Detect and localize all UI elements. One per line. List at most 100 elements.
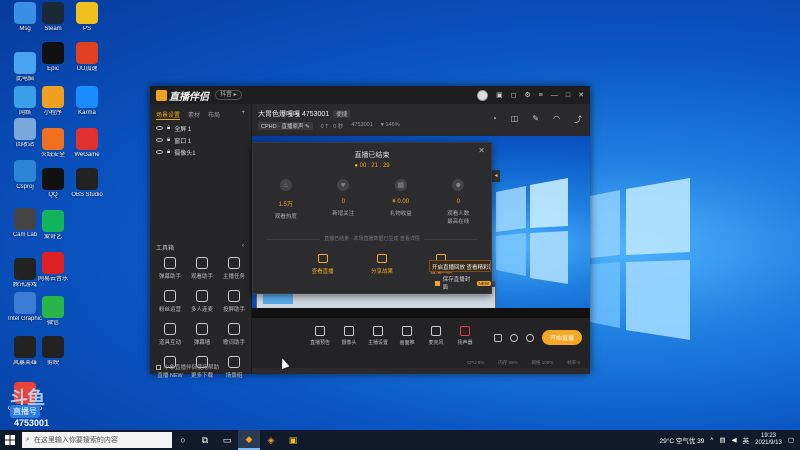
edit-icon[interactable]: ✎ bbox=[532, 114, 539, 125]
app-icon bbox=[14, 86, 36, 108]
view-live-button[interactable]: 查看直播 bbox=[312, 254, 334, 275]
tool-item[interactable]: 主播任务 bbox=[218, 257, 250, 280]
lock-icon[interactable]: 🔒︎ bbox=[167, 149, 170, 156]
app-taskbar-icon[interactable]: ◈ bbox=[260, 430, 282, 450]
gear-icon[interactable] bbox=[525, 333, 534, 342]
desktop-icon-label: 爱奇艺 bbox=[43, 234, 62, 240]
bottom-button[interactable]: 麦克风 bbox=[424, 326, 448, 346]
tool-item[interactable]: 观看助手 bbox=[186, 257, 218, 280]
bottom-button[interactable]: 直播预告 bbox=[308, 326, 332, 346]
platform-selector[interactable]: 抖音 ▸ bbox=[215, 90, 242, 100]
start-button[interactable] bbox=[0, 430, 20, 450]
minimize-icon[interactable]: — bbox=[551, 92, 558, 99]
search-placeholder: 在这里输入你要搜索的内容 bbox=[33, 437, 118, 444]
summary-text[interactable]: 直播已结束 · 本场直播数据已生成 查看详情 bbox=[320, 235, 424, 242]
lock-icon[interactable]: 🔒︎ bbox=[167, 137, 170, 144]
desktop-icon[interactable]: 火绒安全 bbox=[36, 128, 70, 159]
tool-item[interactable]: 粉丝运营 bbox=[154, 290, 186, 313]
share-results-button[interactable]: 分享战果 bbox=[371, 254, 393, 275]
desktop-icon[interactable]: 网易云音乐 bbox=[36, 252, 70, 283]
tool-item[interactable]: 多人连麦 bbox=[186, 290, 218, 313]
tool-item[interactable]: 弹幕墙 bbox=[186, 323, 218, 346]
stream-tag[interactable]: 便捷 bbox=[333, 110, 351, 118]
record-toggle-icon[interactable] bbox=[509, 333, 518, 342]
status-bar: CPU 8% 内存 36% 网络 100% 帧率 0 bbox=[252, 360, 590, 366]
desktop-icon[interactable]: 小程序 bbox=[36, 86, 70, 117]
source-row[interactable]: 🔒︎ 窗口 1 bbox=[150, 134, 251, 146]
weather-widget[interactable]: 29°C 空气优 39 bbox=[660, 435, 705, 445]
add-icon[interactable]: + bbox=[241, 110, 245, 120]
save-cover-option[interactable]: 保存直播封面 NEW bbox=[435, 275, 491, 291]
desktop-icon[interactable]: 爱奇艺 bbox=[36, 210, 70, 241]
menu-icon[interactable]: ≡ bbox=[539, 92, 543, 99]
system-tray: 29°C 空气优 39 ^ ▤ ◀ 英 19:23 2021/9/13 ▢ bbox=[660, 433, 800, 447]
desktop-icon[interactable]: UU加速 bbox=[70, 42, 104, 73]
tool-item[interactable]: 投屏助手 bbox=[218, 290, 250, 313]
app-taskbar-icon-2[interactable]: ▣ bbox=[282, 430, 304, 450]
tab-layout[interactable]: 布局 bbox=[208, 110, 220, 120]
bottom-button[interactable]: 扬声器 bbox=[453, 326, 477, 346]
task-view-icon[interactable]: ○ bbox=[172, 430, 194, 450]
ime-icon[interactable]: 英 bbox=[743, 435, 750, 445]
desktop-icon[interactable]: OBS Studio bbox=[70, 168, 104, 199]
notification-icon[interactable]: ◠ bbox=[553, 114, 560, 125]
volume-icon[interactable]: ◀ bbox=[732, 436, 737, 444]
task-view-button[interactable]: ⧉ bbox=[194, 430, 216, 450]
eye-icon[interactable] bbox=[156, 138, 163, 142]
desktop-icon[interactable]: Epic bbox=[36, 42, 70, 73]
streaming-app-taskbar-icon[interactable]: ◆ bbox=[238, 430, 260, 450]
collapse-icon[interactable]: ‹ bbox=[242, 243, 244, 252]
source-label: 摄像头1 bbox=[174, 150, 196, 157]
message-icon[interactable]: ◻ bbox=[511, 91, 517, 99]
desktop-icon[interactable]: 微信 bbox=[36, 296, 70, 327]
bottom-button[interactable]: 摄像头 bbox=[337, 326, 361, 346]
desktop-icon[interactable]: WeGame bbox=[70, 128, 104, 159]
clock[interactable]: 19:23 2021/9/13 bbox=[755, 433, 782, 447]
settings-icon[interactable]: ⚙ bbox=[525, 91, 531, 99]
stream-quality[interactable]: CPHD · 直播原声 ✎ bbox=[258, 122, 313, 130]
taskbar-search[interactable]: ⌕ 在这里输入你要搜索的内容 bbox=[22, 432, 172, 448]
desktop-icon[interactable]: QQ bbox=[36, 168, 70, 199]
help-footer[interactable]: 小象直播伴侣使用帮助 bbox=[156, 363, 219, 371]
tool-item[interactable]: 弹幕助手 bbox=[154, 257, 186, 280]
bottom-control-bar: 直播预告 摄像头 主播设置 画面推 麦克风 扬声器 开始直播 CPU 8% 内存 36% … bbox=[252, 318, 590, 368]
gift-icon[interactable]: ◫ bbox=[511, 114, 519, 125]
source-row[interactable]: 🔒︎ 全屏 1 bbox=[150, 122, 251, 134]
app-icon bbox=[14, 292, 36, 314]
maximize-icon[interactable]: □ bbox=[566, 92, 570, 99]
stream-title-row: 大胃色爆嘎嘎 4753001 便捷 bbox=[258, 109, 351, 119]
desktop-icon[interactable]: Steam bbox=[36, 2, 70, 33]
camera-toggle-icon[interactable] bbox=[493, 333, 502, 342]
share-icon[interactable]: ⤴ bbox=[574, 114, 582, 125]
source-row[interactable]: 🔒︎ 摄像头1 bbox=[150, 146, 251, 158]
avatar[interactable] bbox=[477, 89, 489, 101]
tab-material[interactable]: 素材 bbox=[188, 110, 200, 120]
app-icon bbox=[14, 118, 36, 140]
lock-icon[interactable]: 🔒︎ bbox=[167, 125, 170, 132]
desktop-icon[interactable]: PS bbox=[70, 2, 104, 33]
replay-tooltip[interactable]: 开启直播回放 查看精彩回放 bbox=[429, 260, 491, 272]
eye-icon[interactable] bbox=[156, 126, 163, 130]
checkbox[interactable] bbox=[435, 280, 440, 286]
expand-arrow-icon[interactable]: ◂ bbox=[492, 170, 500, 182]
record-icon[interactable]: ◔ bbox=[492, 114, 497, 125]
tool-item[interactable]: 道具互动 bbox=[154, 323, 186, 346]
notification-icon[interactable]: ▢ bbox=[788, 436, 794, 444]
tab-scene[interactable]: 场景设置 bbox=[156, 110, 181, 120]
tray-expand-icon[interactable]: ^ bbox=[710, 437, 713, 444]
eye-icon[interactable] bbox=[156, 150, 163, 154]
network-icon[interactable]: ▤ bbox=[719, 436, 725, 444]
tool-item[interactable]: 场景组 bbox=[218, 356, 250, 379]
close-icon[interactable]: ✕ bbox=[578, 91, 584, 99]
desktop-icon[interactable]: 剪映 bbox=[36, 336, 70, 367]
bottom-button[interactable]: 主播设置 bbox=[366, 326, 390, 346]
close-icon[interactable]: ✕ bbox=[478, 146, 485, 155]
start-live-button[interactable]: 开始直播 bbox=[541, 330, 582, 345]
share-icon bbox=[376, 254, 387, 263]
desktop-icon[interactable]: Karma bbox=[70, 86, 104, 117]
skin-icon[interactable]: ▣ bbox=[496, 91, 503, 99]
stream-title[interactable]: 大胃色爆嘎嘎 4753001 bbox=[258, 109, 329, 119]
tool-item[interactable]: 歌词助手 bbox=[218, 323, 250, 346]
bottom-button[interactable]: 画面推 bbox=[395, 326, 419, 346]
file-explorer-icon[interactable]: ▭ bbox=[216, 430, 238, 450]
